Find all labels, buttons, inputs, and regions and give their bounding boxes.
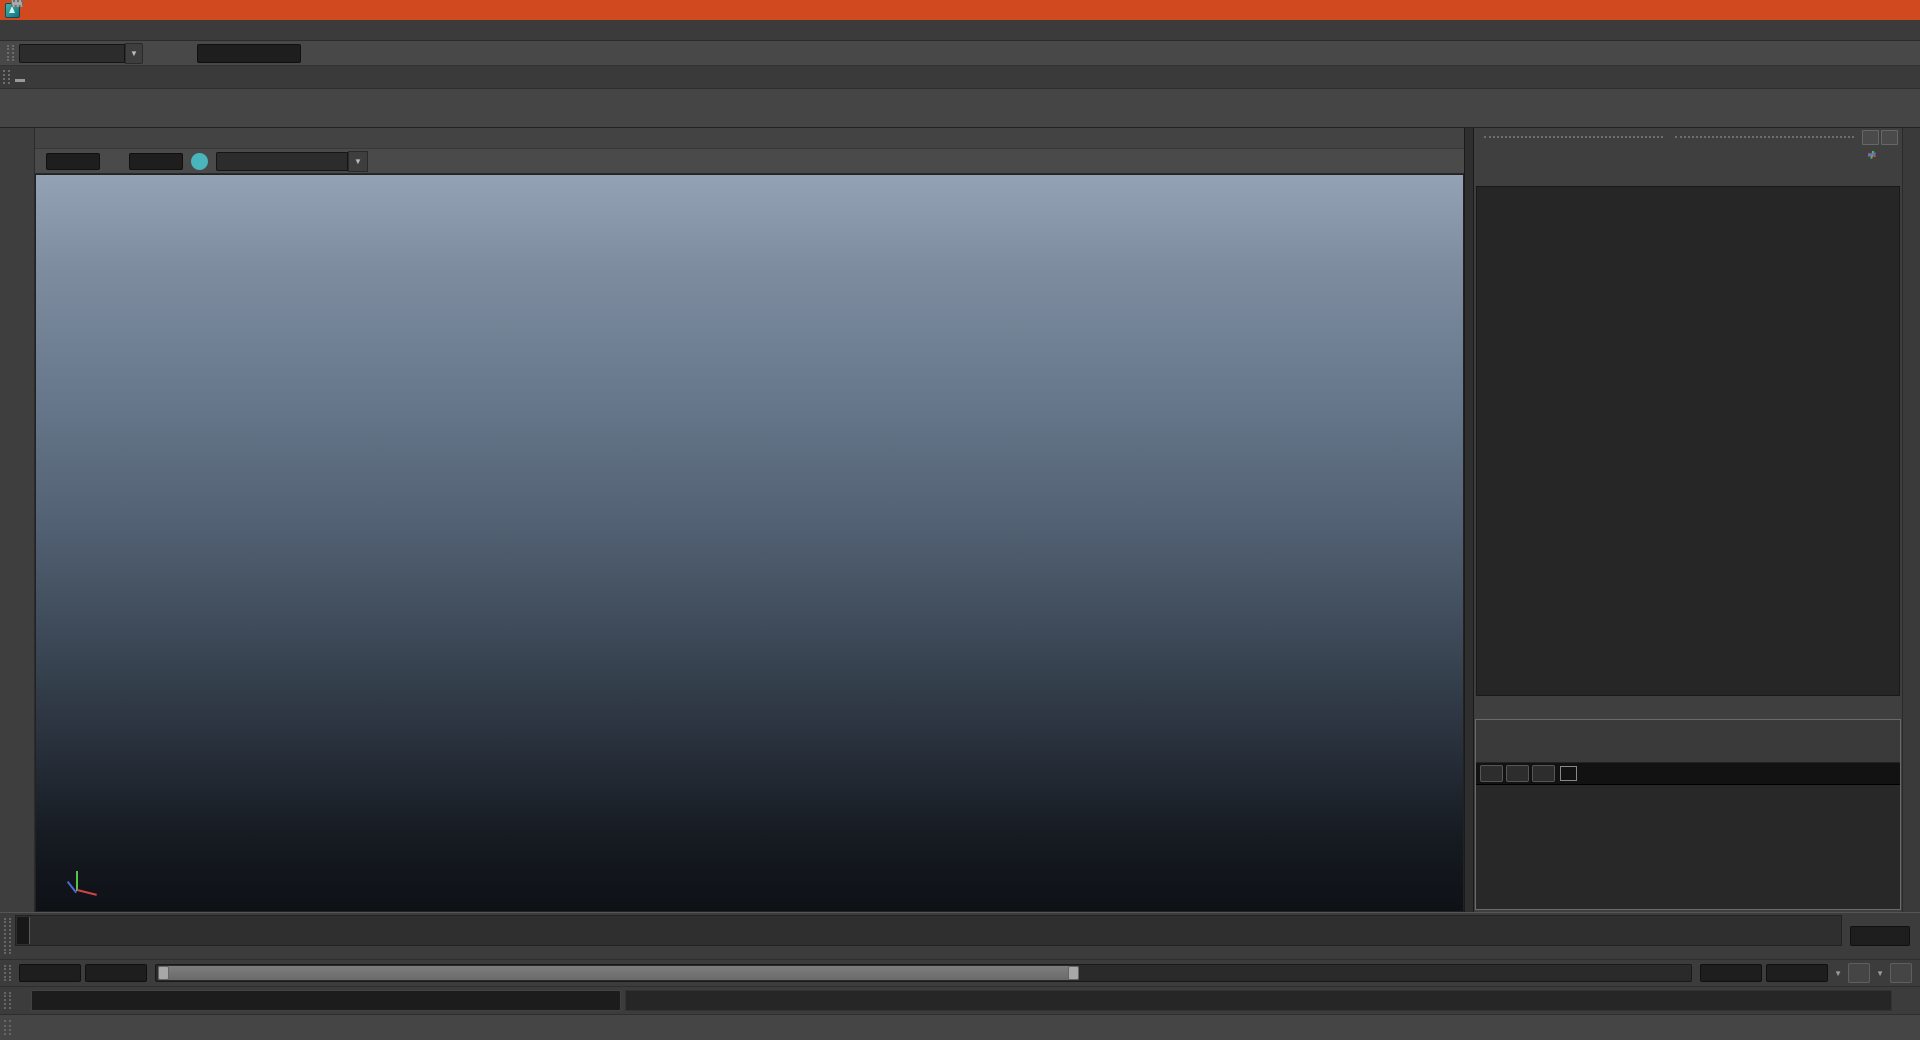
drag-handle[interactable] [4, 965, 11, 981]
range-slider-row: ▼ ▼ [0, 959, 1920, 986]
menu-set-selector[interactable]: ▼ [19, 42, 143, 64]
main-menubar [0, 20, 1920, 41]
layer-editor-menubar [1476, 720, 1900, 740]
layer-list [1476, 762, 1900, 909]
viewport-toolbar: ▼ [35, 148, 1464, 174]
layer-editor-tabs [1475, 698, 1901, 719]
shelf-tab-bar: ▬ [0, 66, 1920, 89]
chevron-down-icon[interactable]: ▼ [348, 150, 368, 172]
menu-set-value [19, 43, 125, 63]
drag-handle[interactable] [4, 918, 11, 954]
character-set-button[interactable] [1890, 963, 1912, 983]
shelf-menu-icon[interactable]: ▬ [13, 74, 31, 88]
minimize-button[interactable] [1830, 0, 1860, 20]
live-surface-field[interactable] [197, 43, 301, 63]
close-panel-button[interactable] [1881, 129, 1898, 145]
chevron-down-icon[interactable]: ▼ [1874, 969, 1886, 978]
chevron-down-icon[interactable]: ▼ [1832, 969, 1844, 978]
channel-list-area[interactable] [1476, 186, 1900, 696]
layer-color-swatch[interactable] [1560, 766, 1577, 781]
mel-result-field[interactable] [625, 990, 1892, 1011]
drag-handle[interactable] [4, 992, 11, 1009]
symmetry-icon[interactable] [329, 43, 349, 63]
time-ruler[interactable] [15, 915, 1842, 946]
animation-end-field[interactable] [1766, 964, 1829, 982]
range-start-handle[interactable] [158, 966, 169, 980]
channel-box-panel [1474, 128, 1902, 912]
x-axis-icon [77, 889, 97, 896]
layer-display-type-toggle[interactable] [1532, 765, 1555, 782]
range-end-handle[interactable] [1068, 966, 1080, 980]
script-editor-button[interactable] [1900, 991, 1920, 1011]
panel-divider[interactable] [1464, 128, 1474, 912]
colorspace-value [216, 151, 348, 171]
gamma-field[interactable] [129, 152, 183, 170]
layer-editor-toolbar [1476, 740, 1900, 762]
colorspace-selector[interactable]: ▼ [216, 150, 368, 172]
toolbox [0, 0, 35, 912]
channel-box-titlebar [1474, 128, 1902, 146]
shelf [0, 89, 1920, 128]
panel-menubar [35, 128, 1464, 148]
range-slider-track[interactable] [155, 964, 1693, 982]
playback-start-field[interactable] [85, 964, 147, 982]
view-axis-gizmo [58, 851, 104, 897]
help-line [0, 1014, 1920, 1040]
layer-row[interactable] [1476, 763, 1900, 785]
layer-playback-toggle[interactable] [1506, 765, 1529, 782]
sidebar-vertical-tabs [1902, 128, 1920, 912]
time-ruler-wrap [15, 913, 1846, 959]
range-slider-fill[interactable] [158, 966, 1080, 980]
drag-dots[interactable] [1675, 136, 1854, 138]
playhead[interactable] [17, 917, 30, 944]
drag-handle[interactable] [4, 1020, 11, 1035]
layer-visibility-toggle[interactable] [1480, 765, 1503, 782]
close-button[interactable] [1890, 0, 1920, 20]
status-line: ▼ [0, 41, 1920, 66]
animation-start-field[interactable] [19, 964, 81, 982]
maya-window: ▼ ▬ ▼ ▼ ▼ [0, 0, 1920, 1040]
viewport-canvas[interactable] [35, 174, 1464, 912]
gamma-on-toggle[interactable] [191, 152, 208, 170]
wireframe-head-model [36, 175, 1463, 911]
playback-end-field[interactable] [1700, 964, 1763, 982]
drag-handle[interactable] [11, 0, 23, 7]
layer-editor [1474, 698, 1902, 912]
mel-input[interactable] [31, 990, 621, 1011]
drag-dots[interactable] [1484, 136, 1663, 138]
anim-layer-button[interactable] [1848, 963, 1871, 983]
gamma-icon[interactable] [105, 152, 124, 170]
float-panel-button[interactable] [1862, 129, 1879, 145]
playback-controls [1914, 913, 1920, 959]
time-slider-row [0, 912, 1920, 959]
viewport-panel: ▼ [35, 128, 1464, 912]
drag-handle[interactable] [7, 45, 14, 61]
maximize-button[interactable] [1860, 0, 1890, 20]
titlebar [0, 0, 1920, 20]
exposure-field[interactable] [46, 152, 100, 170]
current-frame-field[interactable] [1850, 926, 1910, 946]
manipulator-axis-icon[interactable] [1862, 148, 1877, 162]
channel-box-menubar [1474, 164, 1902, 184]
manipulator-icons [1474, 146, 1902, 164]
main-area: ▼ [0, 0, 1920, 912]
chevron-down-icon[interactable]: ▼ [125, 42, 143, 64]
command-line-row [0, 986, 1920, 1014]
drag-handle[interactable] [3, 70, 10, 84]
layer-editor-body [1475, 719, 1901, 910]
